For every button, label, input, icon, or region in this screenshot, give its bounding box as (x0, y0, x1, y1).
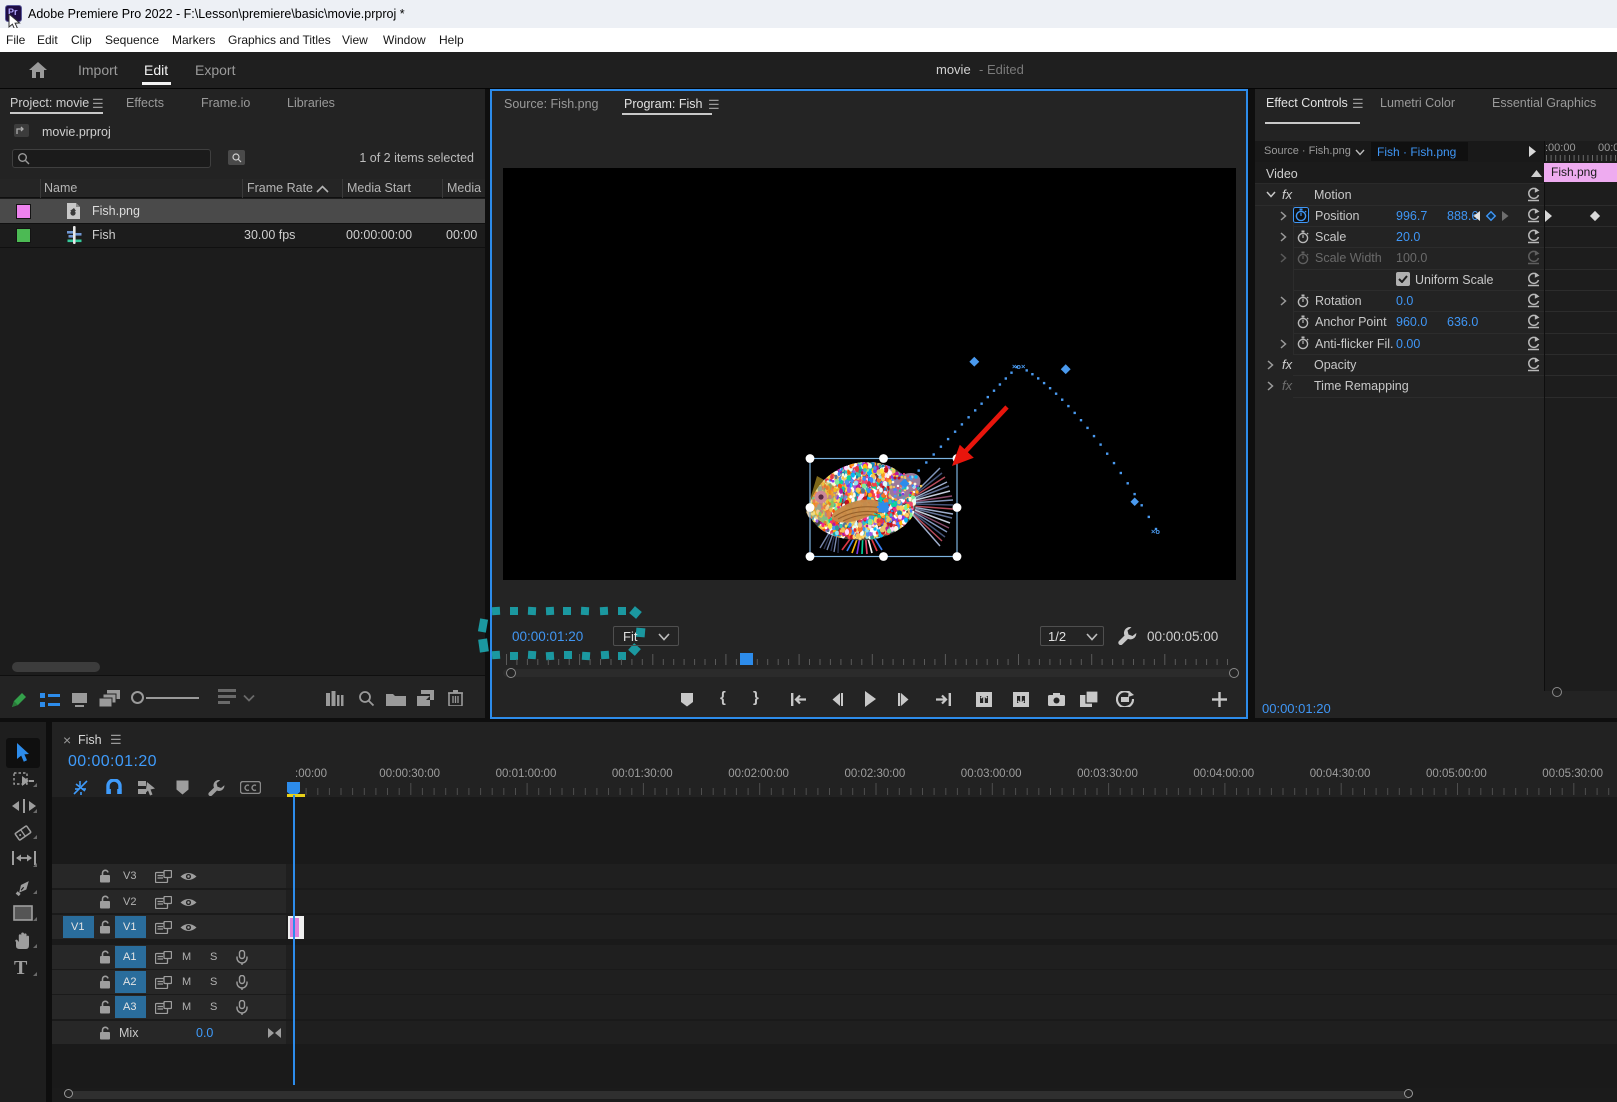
svg-text:×о: ×о (1151, 527, 1160, 536)
svg-text:×: × (1021, 362, 1026, 371)
svg-text:×о: ×о (1012, 362, 1021, 371)
